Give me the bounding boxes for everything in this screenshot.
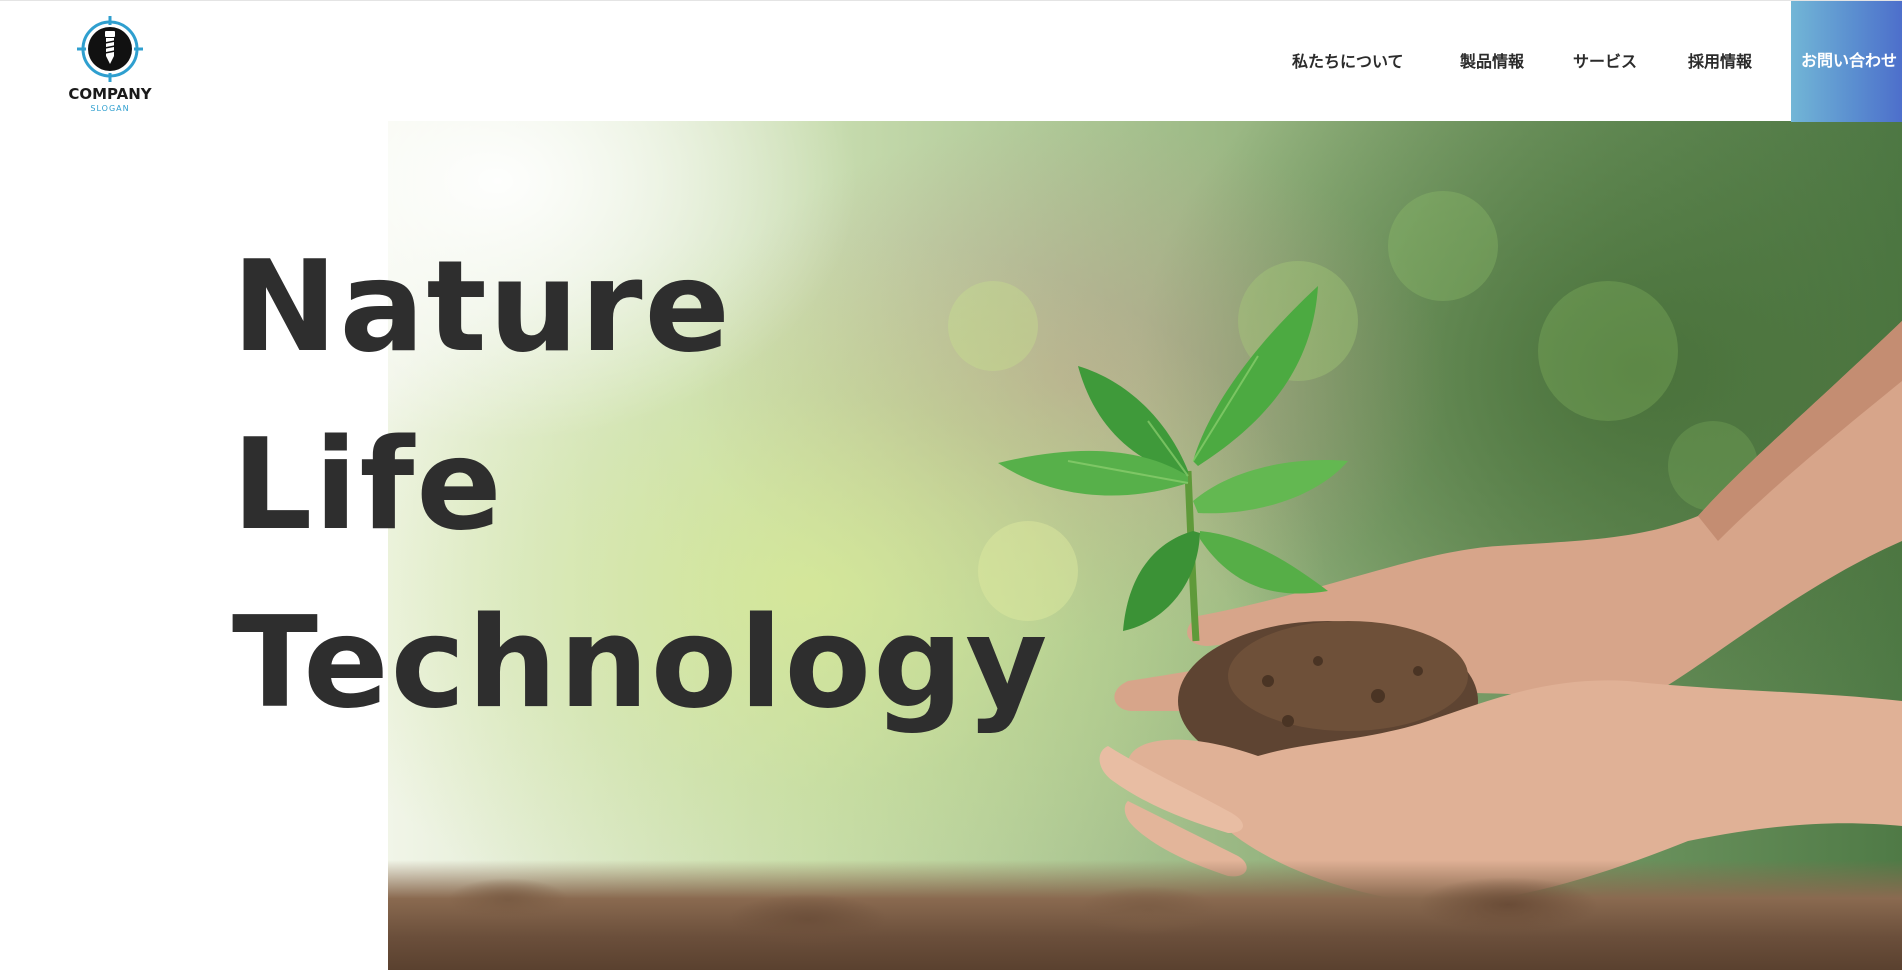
nav-item-services[interactable]: サービス: [1573, 48, 1637, 72]
nav-item-products[interactable]: 製品情報: [1460, 48, 1524, 72]
hero-headline: Nature Life Technology: [232, 218, 1049, 752]
page: COMPANY SLOGAN 私たちについて 製品情報 サービス 採用情報 お問…: [0, 0, 1902, 970]
soil-ground: [388, 860, 1902, 970]
nav-item-recruit[interactable]: 採用情報: [1688, 48, 1752, 72]
site-header: COMPANY SLOGAN 私たちについて 製品情報 サービス 採用情報 お問…: [0, 0, 1902, 122]
contact-button[interactable]: お問い合わせ: [1791, 1, 1902, 122]
screw-logo-icon: [77, 16, 143, 82]
logo-company-name: COMPANY: [68, 85, 152, 103]
logo-slogan: SLOGAN: [90, 104, 130, 113]
hero-line-technology: Technology: [232, 589, 1050, 736]
hero-line-nature: Nature: [232, 233, 733, 380]
hero-line-life: Life: [232, 411, 504, 558]
company-logo[interactable]: COMPANY SLOGAN: [58, 13, 162, 113]
nav-item-about[interactable]: 私たちについて: [1292, 48, 1404, 72]
